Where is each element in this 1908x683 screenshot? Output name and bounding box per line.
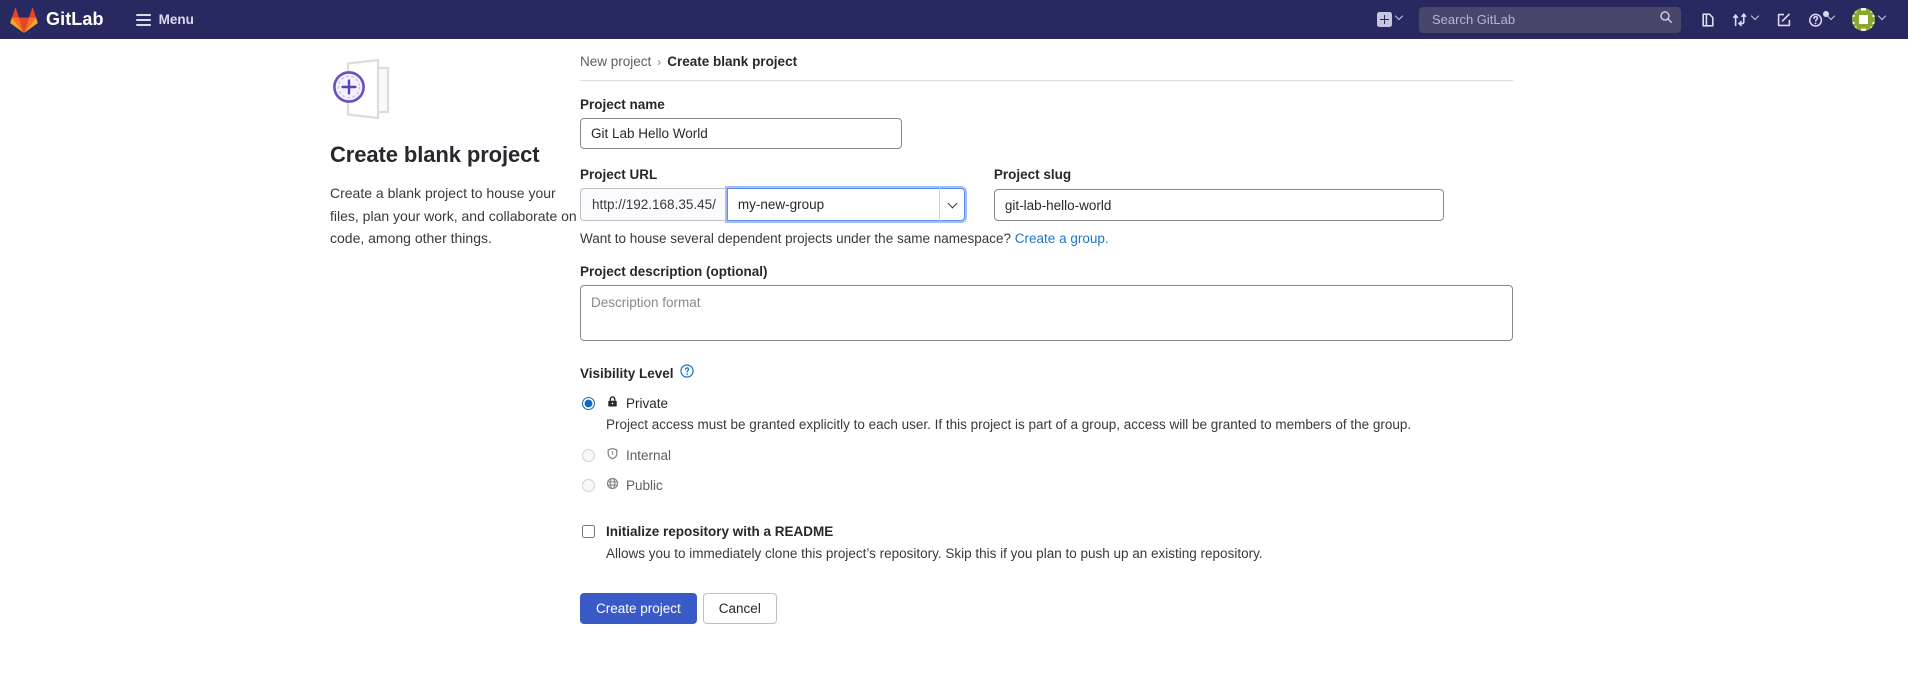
project-slug-label: Project slug [993,167,1072,182]
project-description-label: Project description (optional) [580,264,768,279]
namespace-hint: Want to house several dependent projects… [580,231,1908,246]
initialize-readme-group: Initialize repository with a README Allo… [580,522,1908,565]
visibility-option-private[interactable]: Private Project access must be granted e… [580,394,1908,436]
project-name-label: Project name [580,97,665,112]
merge-requests-icon-button[interactable] [1725,7,1767,33]
initialize-readme-label[interactable]: Initialize repository with a README [606,522,1263,542]
shield-icon [606,446,619,466]
search-box[interactable] [1419,6,1681,33]
visibility-option-public: Public [580,476,1908,496]
help-icon [1808,12,1824,28]
create-a-group-link[interactable]: Create a group. [1015,231,1109,246]
blank-project-info-panel: Create blank project Create a blank proj… [0,39,580,624]
question-circle-icon[interactable] [679,364,694,383]
chevron-down-icon [1751,15,1760,24]
search-input[interactable] [1430,11,1659,28]
project-url-label: Project URL [580,167,658,182]
visibility-level-label: Visibility Level [580,366,674,381]
visibility-radio-internal [582,448,595,462]
breadcrumb-separator: › [657,54,662,69]
namespace-hint-text: Want to house several dependent projects… [580,231,1012,246]
navbar-left-group: GitLab Menu [10,7,200,33]
project-url-block: Project URL http://192.168.35.45/ my-new… [580,167,965,221]
visibility-option-internal: Internal [580,446,1908,466]
main-menu-button[interactable]: Menu [130,7,200,32]
visibility-public-label: Public [626,477,663,493]
page-description: Create a blank project to house your fil… [330,185,577,247]
issues-icon-button[interactable] [1693,7,1723,33]
form-actions: Create project Cancel [580,592,1908,624]
search-icon [1659,10,1673,29]
page-title: Create blank project [330,142,540,167]
chevron-down-icon [1395,15,1404,24]
project-description-group: Project description (optional) [580,264,1908,346]
chevron-down-icon [1827,15,1836,24]
navbar-right-group [1370,3,1894,36]
project-name-input[interactable] [580,118,902,149]
plus-square-icon [1377,12,1392,27]
visibility-radio-private[interactable] [582,397,595,410]
lock-icon [606,394,619,414]
issues-icon [1700,12,1716,28]
project-slug-block: Project slug [993,167,1444,221]
initialize-readme-description: Allows you to immediately clone this pro… [606,546,1263,562]
cancel-button[interactable]: Cancel [702,592,777,624]
project-url-group: Project URL http://192.168.35.45/ my-new… [580,167,1908,246]
help-icon-button[interactable] [1801,7,1843,33]
chevron-down-icon [1878,15,1887,24]
globe-icon [606,476,619,496]
new-item-dropdown[interactable] [1370,7,1411,32]
todos-icon-button[interactable] [1769,7,1799,33]
menu-label: Menu [158,12,194,27]
visibility-private-description: Project access must be granted explicitl… [606,417,1412,433]
project-description-textarea[interactable] [580,285,1513,341]
breadcrumb-current: Create blank project [667,54,798,69]
project-name-group: Project name [580,97,1908,149]
visibility-internal-label: Internal [626,447,672,463]
create-project-button[interactable]: Create project [580,592,697,624]
create-project-form-panel: New project › Create blank project Proje… [580,39,1908,624]
blank-project-illustration-icon [330,54,580,124]
initialize-readme-checkbox[interactable] [582,525,595,538]
visibility-level-group: Visibility Level Private Project access … [580,364,1908,496]
project-slug-input[interactable] [993,189,1444,221]
namespace-select[interactable]: my-new-group [726,188,965,221]
brand-name: GitLab [46,9,104,29]
breadcrumb-new-project[interactable]: New project [580,54,651,69]
create-blank-project-form: Project name Project URL http://192.168.… [580,81,1908,624]
user-avatar [1852,8,1875,31]
merge-requests-icon [1732,12,1748,28]
gitlab-logo-icon[interactable] [10,7,46,33]
user-menu-button[interactable] [1845,3,1894,36]
todos-icon [1776,12,1792,28]
top-navbar: GitLab Menu [0,0,1908,39]
hamburger-icon [135,13,151,26]
project-url-prefix: http://192.168.35.45/ [580,188,727,221]
page-body: Create blank project Create a blank proj… [0,39,1908,624]
visibility-radio-public [582,478,595,492]
breadcrumb: New project › Create blank project [580,54,1513,81]
visibility-private-label: Private [626,396,669,411]
group-select-wrapper: my-new-group [726,188,965,221]
